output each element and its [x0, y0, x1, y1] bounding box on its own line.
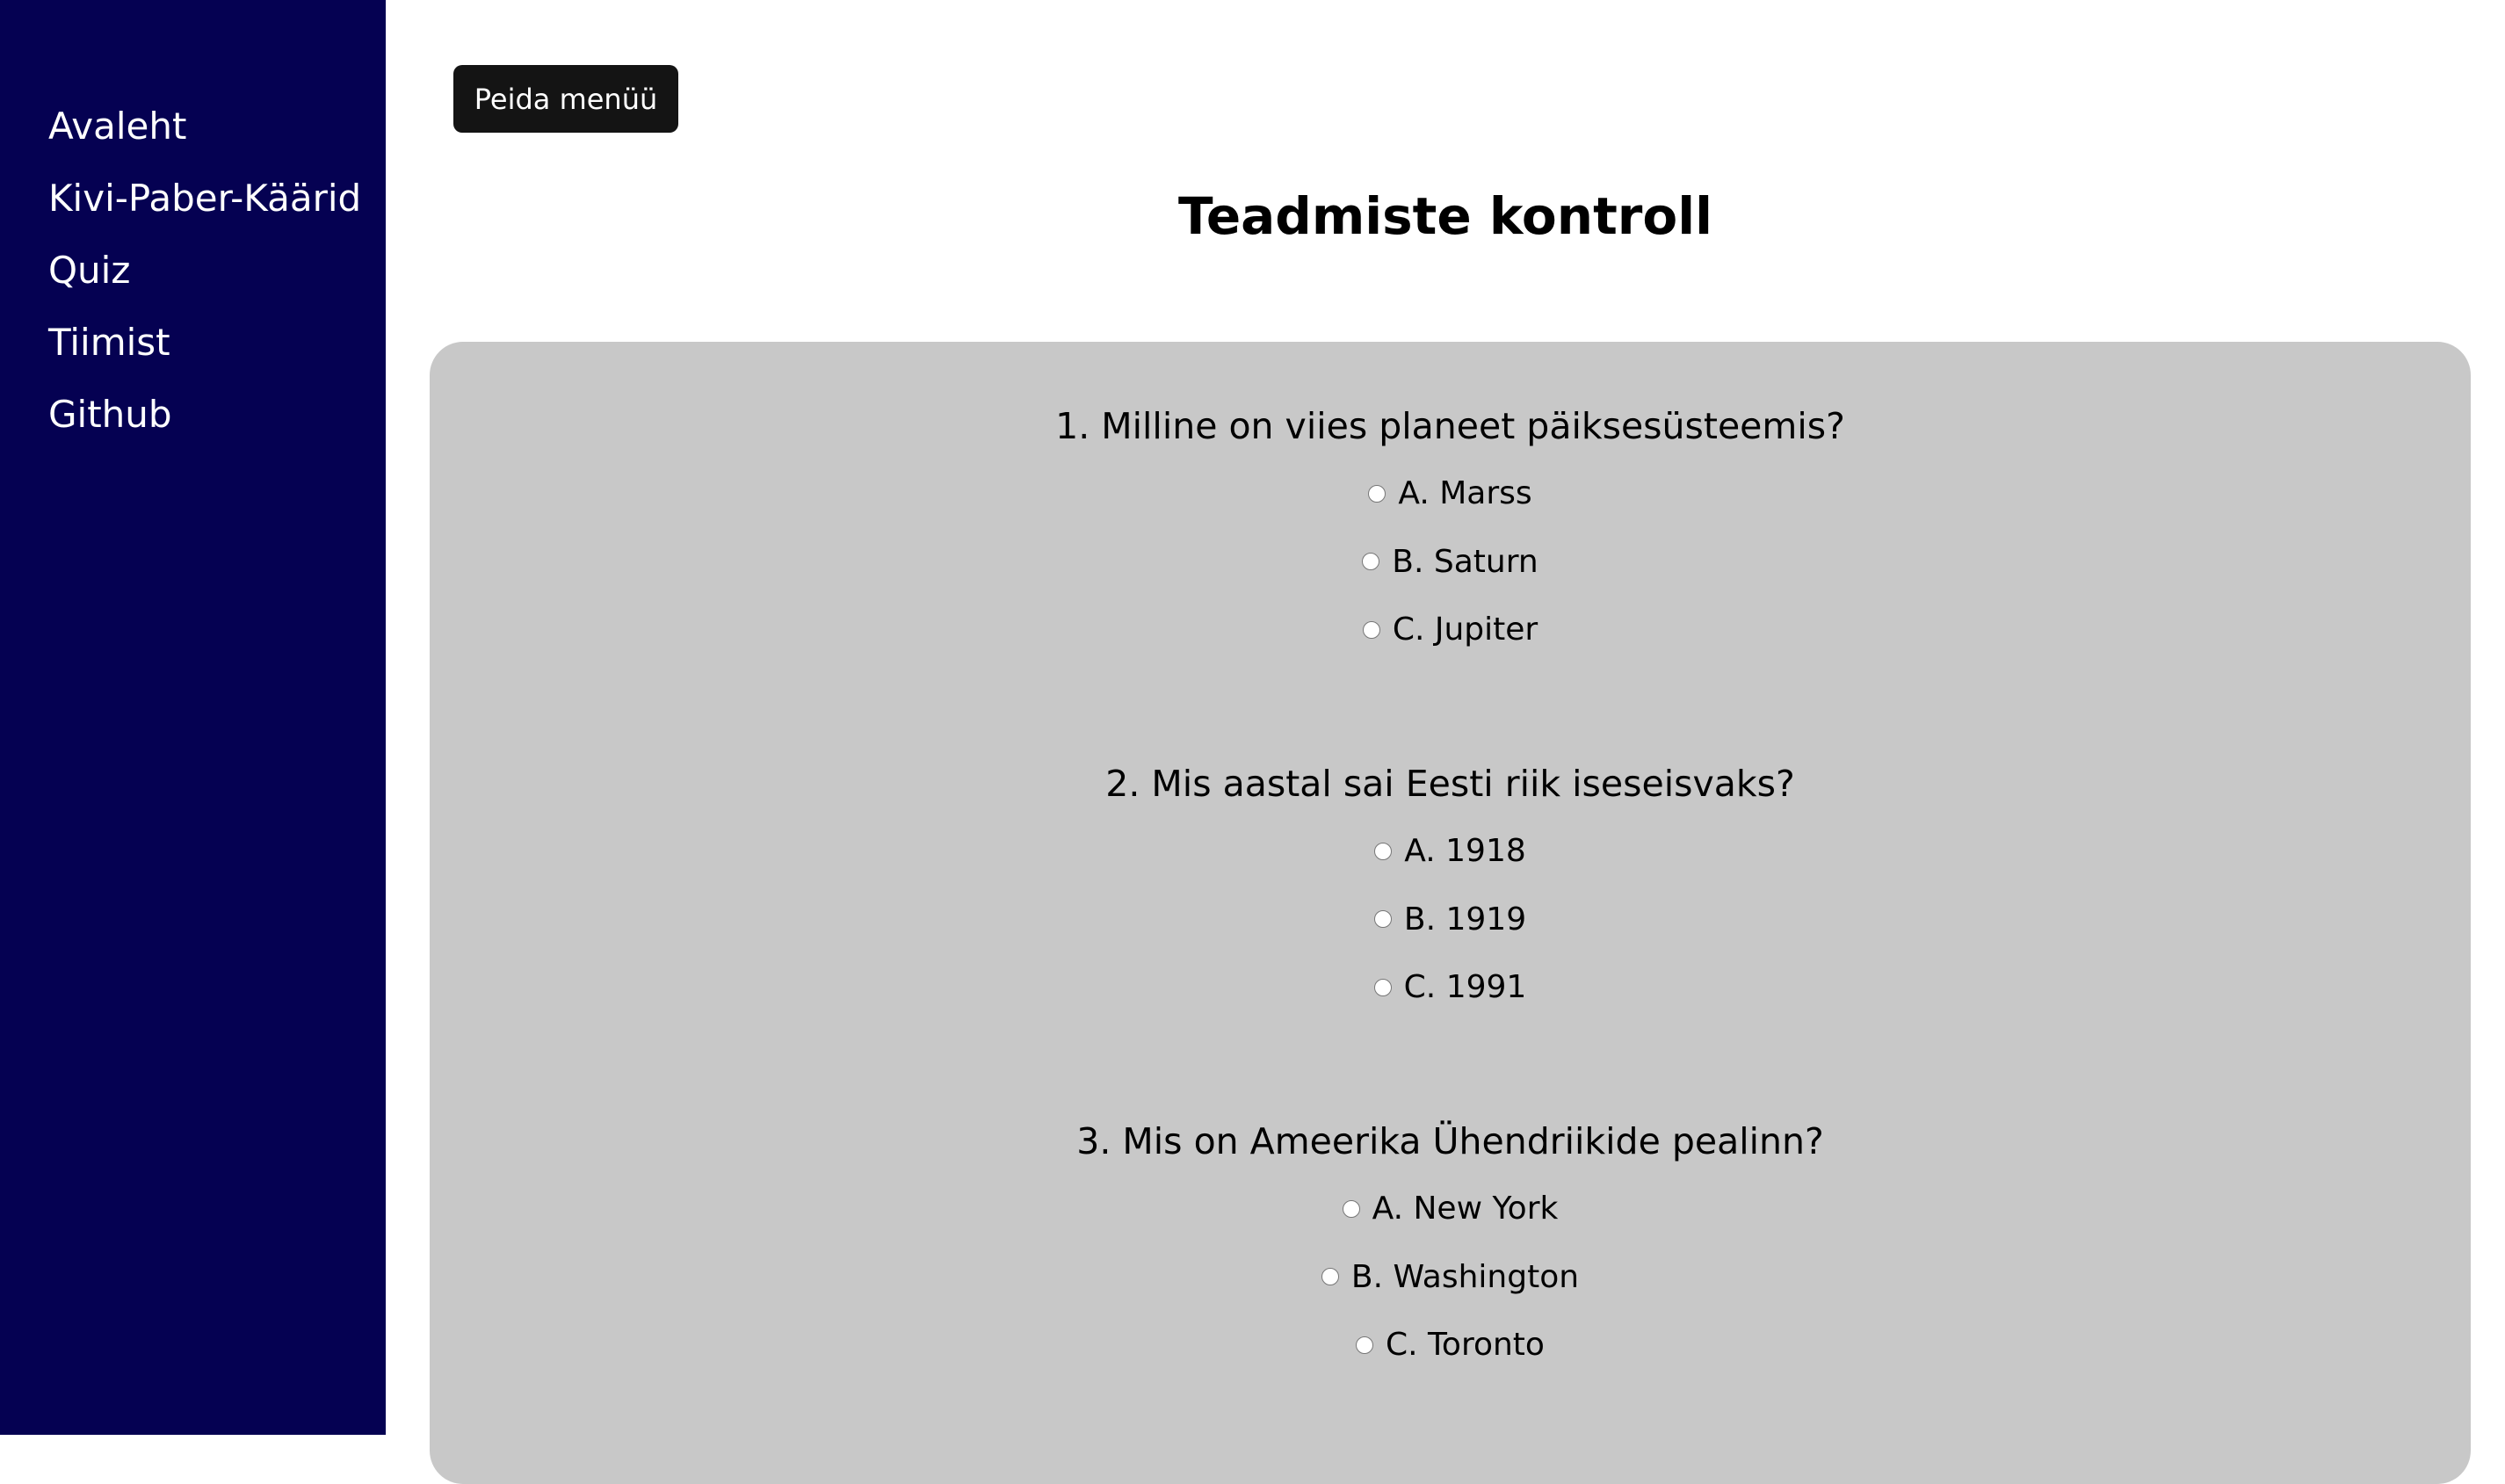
question-options: A. 1918 B. 1919 C. 1991 [430, 817, 2471, 1022]
answer-label: C. 1991 [1403, 969, 1527, 1006]
question-options: A. Marss B. Saturn C. Jupiter [430, 460, 2471, 664]
answer-radio[interactable] [1368, 484, 1386, 503]
answer-radio[interactable] [1374, 842, 1393, 860]
sidebar-item-tiimist[interactable]: Tiimist [48, 315, 361, 387]
answer-radio[interactable] [1362, 620, 1380, 639]
answer-label: C. Toronto [1386, 1327, 1545, 1364]
answer-option[interactable]: A. New York [430, 1175, 2471, 1243]
answer-label: B. 1919 [1403, 901, 1527, 937]
answer-option[interactable]: C. Jupiter [430, 596, 2471, 664]
main-content: Peida menüü Teadmiste kontroll 1. Millin… [386, 0, 2505, 1484]
answer-option[interactable]: B. Saturn [430, 528, 2471, 597]
answer-label: A. 1918 [1404, 833, 1526, 870]
quiz-panel: 1. Milline on viies planeet päiksesüstee… [430, 342, 2471, 1484]
answer-label: B. Saturn [1392, 543, 1538, 580]
answer-radio[interactable] [1373, 910, 1392, 929]
question-text: 2. Mis aastal sai Eesti riik iseseisvaks… [1105, 763, 1795, 805]
question-text: 3. Mis on Ameerika Ühendriikide pealinn? [1076, 1120, 1824, 1162]
answer-label: A. New York [1372, 1191, 1559, 1227]
answer-option[interactable]: C. Toronto [430, 1311, 2471, 1379]
sidebar-item-avaleht[interactable]: Avaleht [48, 99, 361, 171]
quiz-question-3: 3. Mis on Ameerika Ühendriikide pealinn?… [430, 1118, 2471, 1379]
answer-option[interactable]: B. Washington [430, 1243, 2471, 1312]
sidebar-item-github[interactable]: Github [48, 387, 361, 460]
sidebar: Avaleht Kivi-Paber-Käärid Quiz Tiimist G… [0, 0, 386, 1435]
hide-menu-button[interactable]: Peida menüü [453, 65, 678, 133]
answer-label: A. Marss [1398, 475, 1532, 512]
answer-radio[interactable] [1356, 1336, 1374, 1354]
answer-radio[interactable] [1362, 553, 1380, 571]
quiz-question-2: 2. Mis aastal sai Eesti riik iseseisvaks… [430, 761, 2471, 1022]
answer-radio[interactable] [1321, 1268, 1339, 1286]
question-options: A. New York B. Washington C. Toronto [430, 1175, 2471, 1379]
sidebar-nav: Avaleht Kivi-Paber-Käärid Quiz Tiimist G… [48, 99, 361, 460]
answer-option[interactable]: A. 1918 [430, 817, 2471, 886]
answer-option[interactable]: C. 1991 [430, 953, 2471, 1022]
quiz-question-1: 1. Milline on viies planeet päiksesüstee… [430, 403, 2471, 664]
sidebar-item-quiz[interactable]: Quiz [48, 243, 361, 315]
answer-option[interactable]: B. 1919 [430, 886, 2471, 954]
sidebar-item-kivi-paber-kaarid[interactable]: Kivi-Paber-Käärid [48, 171, 361, 243]
question-text: 1. Milline on viies planeet päiksesüstee… [1055, 405, 1845, 447]
answer-label: C. Jupiter [1392, 612, 1538, 648]
answer-radio[interactable] [1373, 978, 1392, 996]
answer-radio[interactable] [1342, 1199, 1360, 1218]
page-title: Teadmiste kontroll [1177, 186, 1713, 246]
answer-option[interactable]: A. Marss [430, 460, 2471, 528]
answer-label: B. Washington [1350, 1258, 1580, 1295]
